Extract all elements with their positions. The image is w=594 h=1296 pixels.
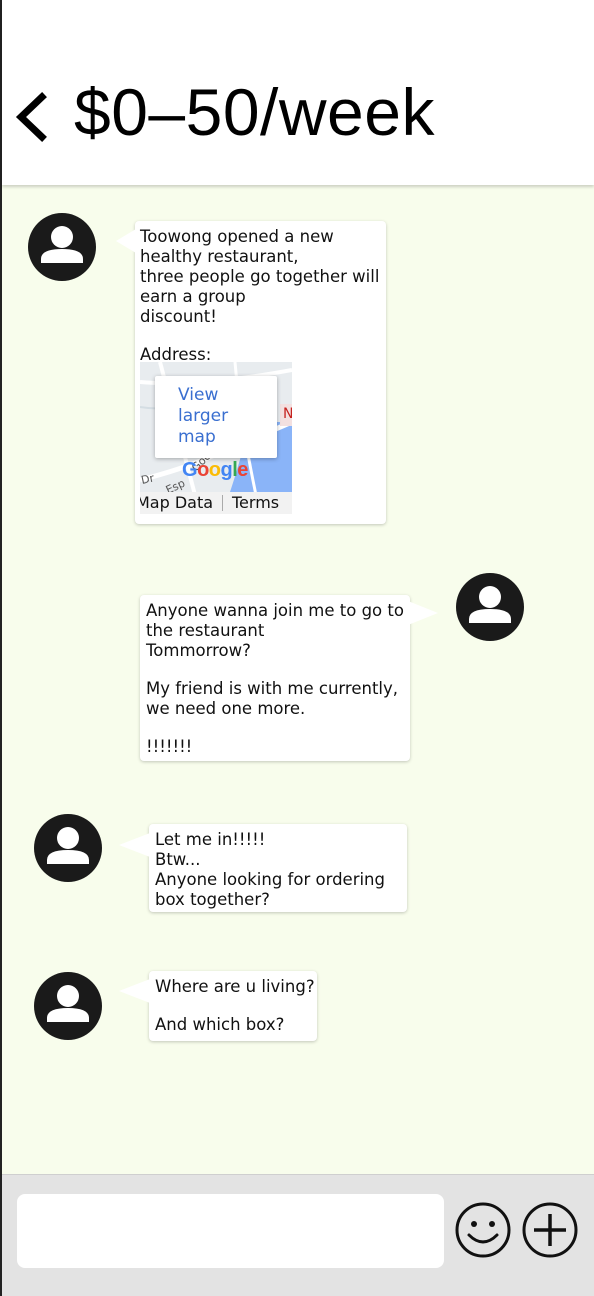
message-bubble: Let me in!!!!! Btw... Anyone looking for…	[119, 824, 407, 912]
message-text-line: three people go together will	[140, 267, 380, 286]
plus-circle-icon	[522, 1202, 578, 1258]
bubble-tail	[119, 979, 150, 1003]
message-text-line: Let me in!!!!!	[155, 830, 266, 849]
map-footer: Map Data Terms	[140, 492, 292, 514]
message-text-line: Anyone wanna join me to go to	[146, 601, 404, 620]
view-larger-map-link[interactable]: map	[178, 427, 277, 448]
message-composer	[2, 1174, 594, 1296]
message-text-line: healthy restaurant,	[140, 247, 299, 266]
message-text-line: Btw...	[155, 850, 201, 869]
map-data-link[interactable]: Map Data	[140, 492, 213, 514]
message-text-line: Where are u living?	[155, 977, 315, 996]
footer-divider	[222, 495, 223, 511]
message-text-line: earn a group	[140, 287, 246, 306]
svg-text:N: N	[283, 406, 292, 422]
view-larger-map-link[interactable]: larger	[178, 406, 277, 427]
message-text-line: !!!!!!!	[146, 737, 193, 756]
message-text-line: the restaurant	[146, 621, 265, 640]
message-text-line: Anyone looking for ordering	[155, 870, 385, 889]
embedded-map[interactable]: Dr Esp Goo N View larger map Google Map …	[140, 362, 292, 514]
user-avatar-icon[interactable]	[34, 814, 102, 882]
view-larger-map-link[interactable]: View	[178, 385, 277, 406]
message-bubble: Anyone wanna join me to go to the restau…	[140, 595, 438, 761]
smiley-icon	[455, 1202, 511, 1258]
bubble-tail	[116, 229, 136, 253]
message-text-line: box together?	[155, 890, 270, 909]
chevron-left-icon	[15, 92, 47, 142]
message-text-line: Toowong opened a new	[140, 227, 334, 246]
user-avatar-icon[interactable]	[28, 213, 96, 281]
page-title: $0–50/week	[74, 75, 435, 149]
user-avatar-icon[interactable]	[456, 573, 524, 641]
add-attachment-button[interactable]	[521, 1201, 579, 1259]
back-button[interactable]	[12, 92, 52, 142]
user-avatar-icon[interactable]	[34, 972, 102, 1040]
bubble-tail	[119, 833, 150, 857]
message-text-line: Tommorrow?	[146, 641, 251, 660]
message-text-line: My friend is with me currently,	[146, 679, 399, 698]
map-info-popup: View larger map	[155, 376, 277, 458]
message-text-line: And which box?	[155, 1015, 285, 1034]
message-text-line: we need one more.	[146, 699, 306, 718]
message-bubble: Where are u living? And which box?	[119, 971, 317, 1041]
chat-header: $0–50/week	[2, 0, 594, 185]
emoji-button[interactable]	[454, 1201, 512, 1259]
message-bubble: Toowong opened a new healthy restaurant,…	[116, 221, 386, 524]
bubble-tail	[408, 601, 438, 625]
chat-area[interactable]: Toowong opened a new healthy restaurant,…	[2, 185, 594, 1174]
google-logo: Google	[182, 459, 248, 481]
message-input[interactable]	[17, 1194, 444, 1268]
map-terms-link[interactable]: Terms	[232, 492, 279, 514]
message-text-line: discount!	[140, 307, 217, 326]
